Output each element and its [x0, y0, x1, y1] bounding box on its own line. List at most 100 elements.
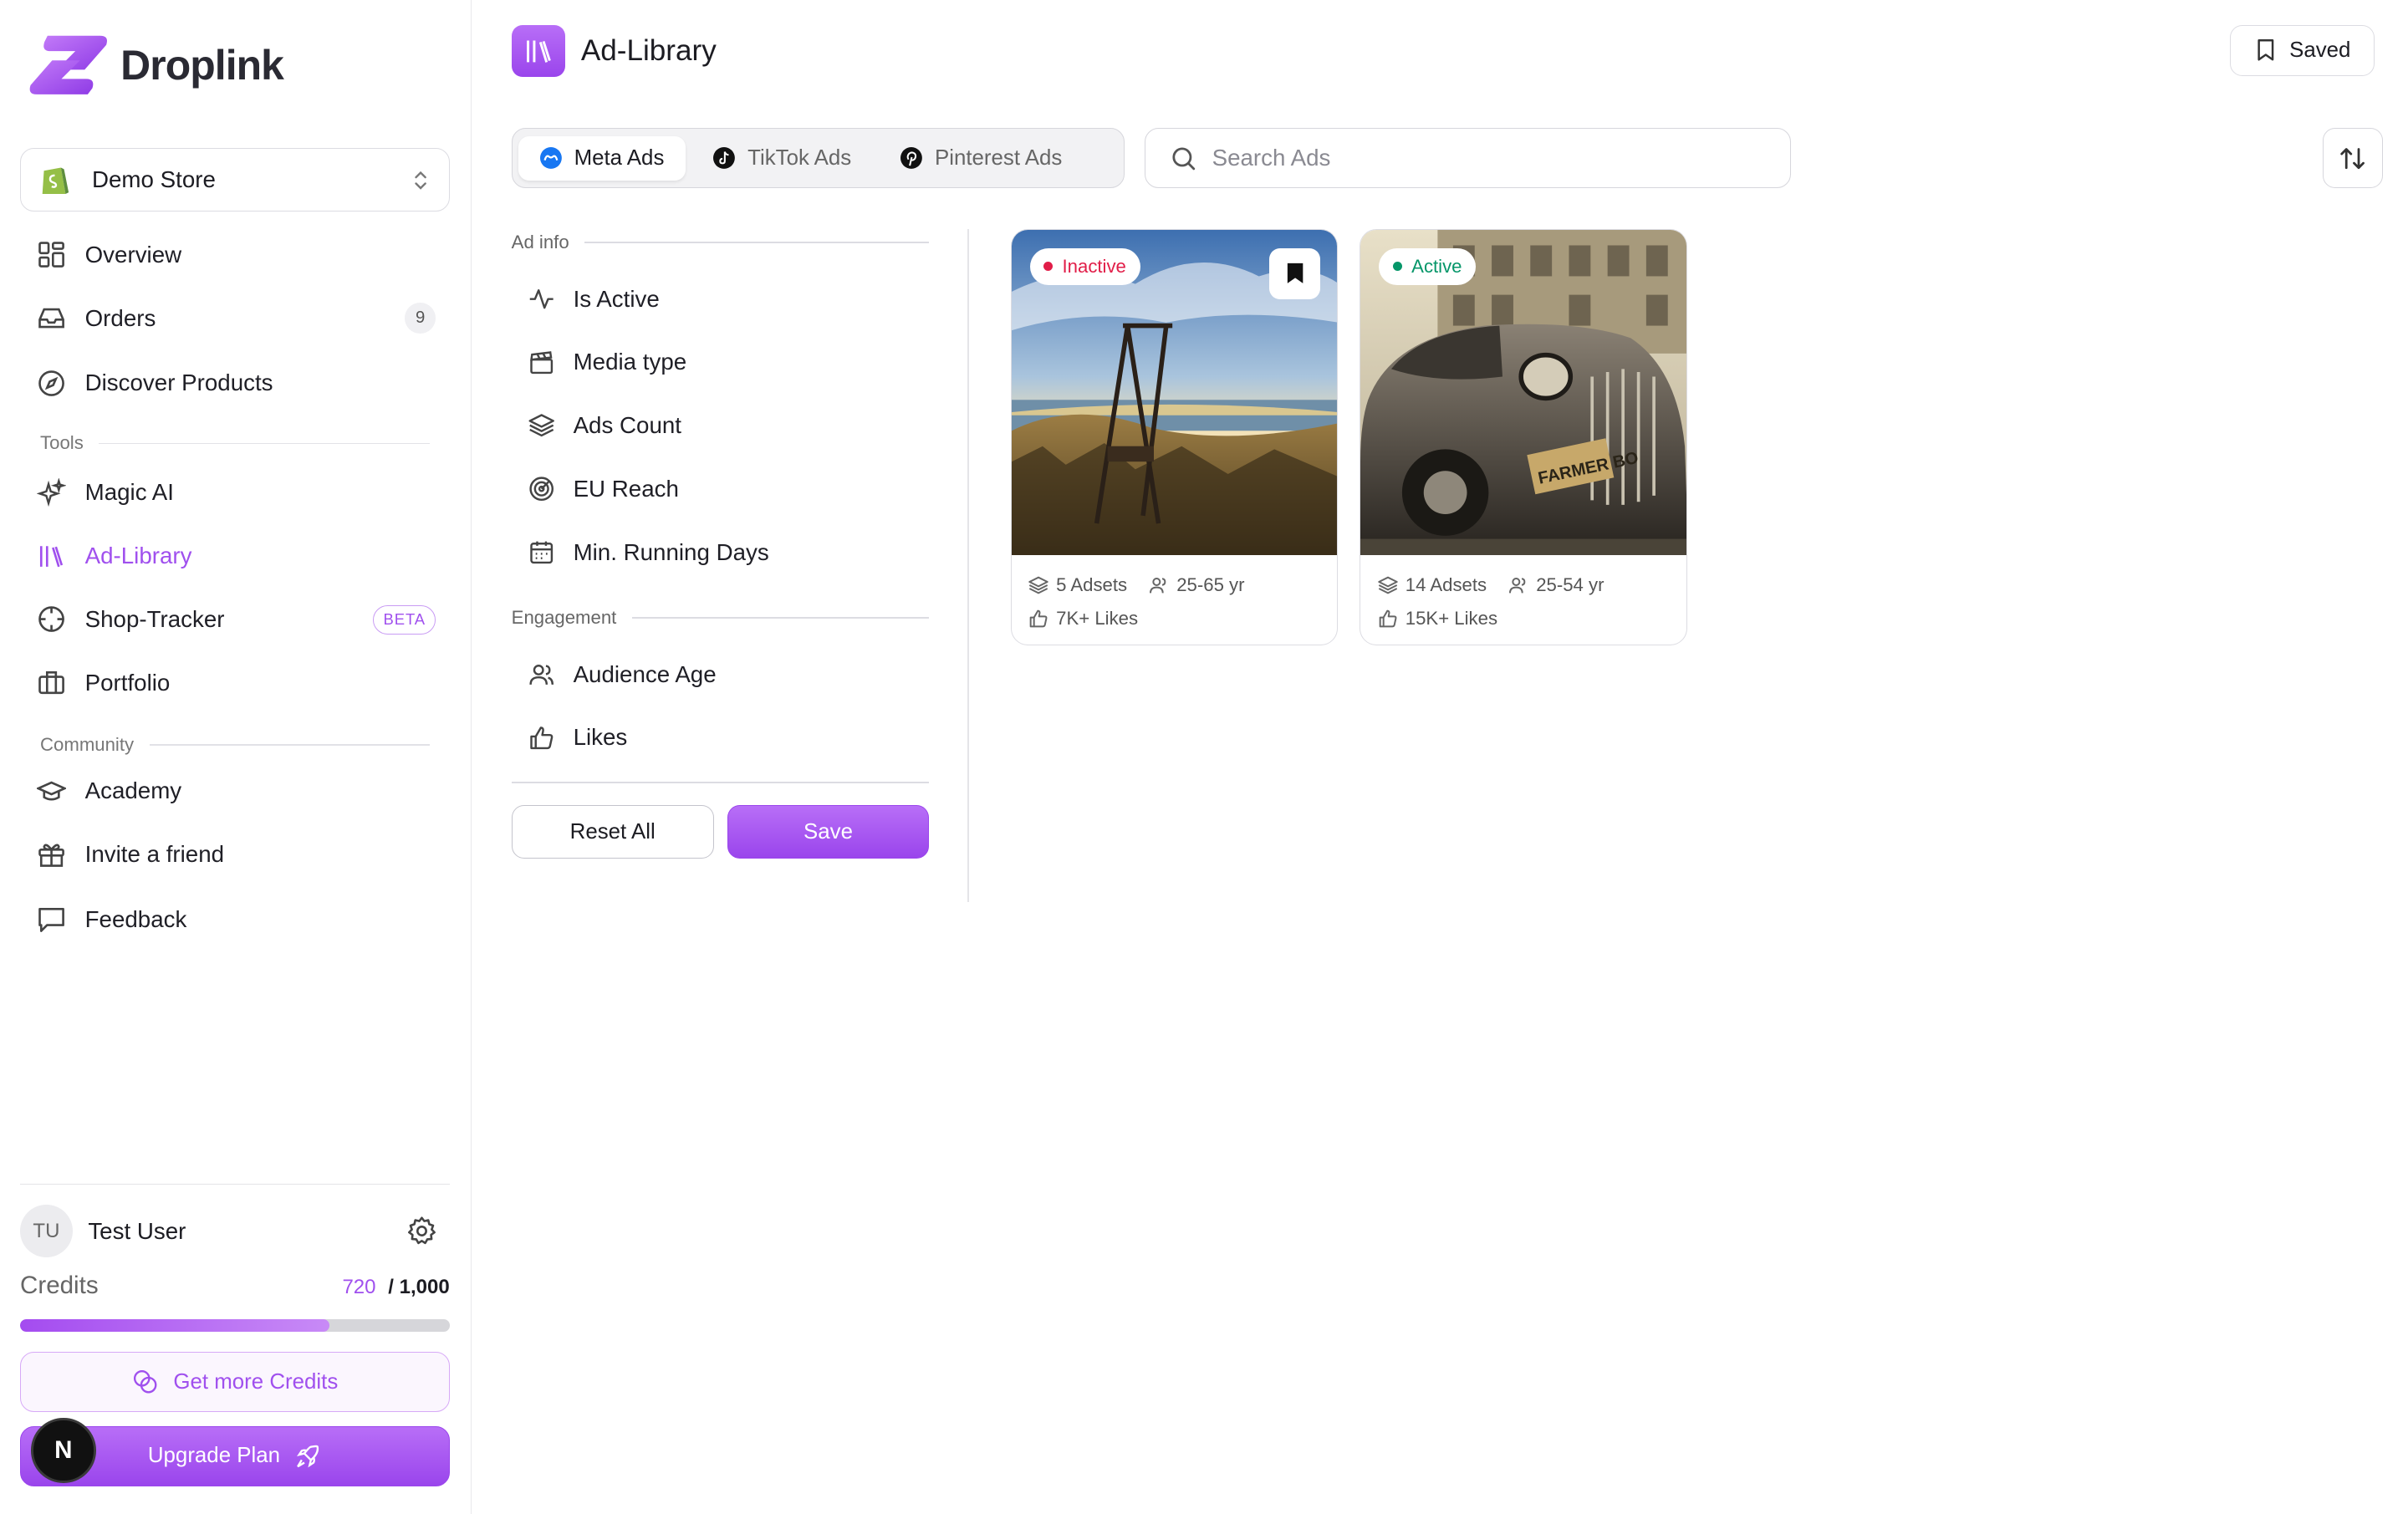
sparkles-icon: [37, 477, 67, 507]
ad-age: 25-54 yr: [1508, 574, 1604, 596]
avatar[interactable]: TU: [20, 1205, 73, 1258]
filter-media-type-label: Media type: [573, 349, 687, 375]
nav-invite-friend[interactable]: Invite a friend: [37, 833, 436, 876]
nav-feedback-label: Feedback: [84, 905, 187, 932]
status-badge: Inactive: [1029, 247, 1140, 286]
nav-discover-products[interactable]: Discover Products: [37, 361, 436, 405]
tab-pinterest-label: Pinterest Ads: [934, 145, 1063, 170]
shopify-icon: [42, 167, 69, 194]
ad-adsets-text: 5 Adsets: [1056, 573, 1128, 595]
nav-orders[interactable]: Orders 9: [37, 297, 436, 340]
app-root: Droplink Demo Store Overview Orders 9 Di…: [0, 0, 2407, 1514]
orders-count-badge: 9: [405, 303, 436, 334]
layers-icon: [1028, 576, 1048, 594]
tab-tiktok-label: TikTok Ads: [747, 145, 852, 170]
n-badge[interactable]: N: [30, 1418, 96, 1484]
ad-likes-text: 7K+ Likes: [1056, 608, 1139, 630]
graduation-cap-icon: [37, 781, 67, 801]
nav-portfolio-label: Portfolio: [84, 669, 171, 696]
main-content: Ad-Library Saved Meta Ads TikTok Ads Pin…: [472, 0, 2408, 1514]
filter-likes-label: Likes: [573, 724, 628, 751]
credits-used: 720: [342, 1275, 376, 1298]
users-icon: [529, 664, 554, 685]
layers-icon: [1377, 576, 1398, 594]
tab-meta-label: Meta Ads: [574, 145, 665, 170]
saved-label: Saved: [2289, 38, 2351, 62]
ad-age-text: 25-65 yr: [1176, 573, 1245, 595]
reset-all-button[interactable]: Reset All: [511, 804, 714, 859]
filter-audience-age[interactable]: Audience Age: [512, 643, 929, 706]
tab-tiktok-ads[interactable]: TikTok Ads: [692, 136, 873, 181]
nav-orders-label: Orders: [84, 304, 156, 331]
filter-is-active[interactable]: Is Active: [512, 268, 929, 331]
bookmark-filled-icon: [1287, 263, 1303, 284]
nav-overview-label: Overview: [84, 241, 182, 268]
filter-likes[interactable]: Likes: [512, 706, 929, 769]
panel-divider: [967, 228, 969, 903]
ad-card[interactable]: Inactive 5 Adsets 25-65 yr 7K+ Likes: [1010, 228, 1339, 646]
tab-pinterest-ads[interactable]: Pinterest Ads: [879, 136, 1084, 181]
chevron-up-down-icon: [415, 171, 427, 190]
section-tools: Tools: [40, 432, 430, 454]
status-text: Active: [1411, 255, 1462, 277]
filter-audience-age-label: Audience Age: [573, 660, 717, 687]
nav-shop-tracker[interactable]: Shop-Tracker BETA: [37, 598, 436, 641]
user-row: TU Test User: [20, 1205, 450, 1258]
users-icon: [1508, 577, 1526, 593]
credits-row: Credits 720 / 1,000: [20, 1272, 450, 1300]
filter-divider: [511, 782, 929, 783]
nav-invite-label: Invite a friend: [84, 840, 225, 867]
section-tools-label: Tools: [40, 432, 84, 454]
status-dot: [1043, 262, 1054, 272]
gear-icon[interactable]: [406, 1216, 437, 1246]
get-more-credits-button[interactable]: Get more Credits: [20, 1352, 450, 1413]
ad-likes: 15K+ Likes: [1378, 608, 1497, 630]
droplink-logo-icon: [30, 35, 108, 94]
ad-library-icon: [511, 24, 566, 78]
save-filters-button[interactable]: Save: [727, 804, 929, 859]
filter-panel: Ad info Is Active Media type Ads Count E…: [511, 229, 929, 859]
library-icon: [40, 545, 64, 567]
filter-media-type[interactable]: Media type: [512, 330, 929, 394]
user-name: Test User: [88, 1217, 186, 1244]
nav-academy[interactable]: Academy: [37, 769, 436, 813]
credits-progress-fill: [20, 1319, 329, 1332]
gift-icon: [38, 844, 65, 868]
upgrade-plan-label: Upgrade Plan: [147, 1444, 281, 1468]
ad-meta-row: 7K+ Likes: [1028, 602, 1320, 636]
beta-badge: BETA: [373, 604, 436, 635]
brand[interactable]: Droplink: [26, 33, 284, 98]
ad-card[interactable]: FARMER BO Active 14 Adsets 25-54 yr 15K+…: [1360, 228, 1687, 646]
store-selector[interactable]: Demo Store: [20, 148, 450, 212]
store-name: Demo Store: [92, 166, 216, 193]
status-badge: Active: [1379, 247, 1477, 286]
nav-ad-library[interactable]: Ad-Library: [37, 534, 436, 578]
ad-likes: 7K+ Likes: [1028, 608, 1138, 630]
nav-magic-ai-label: Magic AI: [84, 479, 174, 506]
nav-portfolio[interactable]: Portfolio: [37, 661, 436, 705]
nav-shop-tracker-label: Shop-Tracker: [84, 606, 225, 633]
filter-ads-count[interactable]: Ads Count: [512, 394, 929, 457]
section-divider: [631, 617, 929, 619]
tiktok-icon: [713, 147, 736, 170]
thumbs-up-icon: [1029, 609, 1048, 628]
tab-meta-ads[interactable]: Meta Ads: [518, 135, 686, 181]
section-divider: [149, 743, 430, 746]
nav-feedback[interactable]: Feedback: [37, 898, 436, 941]
get-more-credits-label: Get more Credits: [173, 1369, 339, 1394]
bookmark-button[interactable]: [1269, 247, 1321, 299]
ad-meta: 14 Adsets 25-54 yr 15K+ Likes: [1360, 555, 1686, 635]
sidebar-divider: [20, 1183, 450, 1185]
filter-eu-reach[interactable]: EU Reach: [512, 457, 929, 521]
saved-button[interactable]: Saved: [2229, 24, 2375, 76]
nav-overview[interactable]: Overview: [37, 233, 436, 277]
search-input[interactable]: [1212, 145, 1766, 172]
briefcase-icon: [38, 671, 65, 695]
nav-magic-ai[interactable]: Magic AI: [37, 472, 436, 515]
ad-meta-row: 5 Adsets 25-65 yr: [1028, 568, 1320, 602]
sort-button[interactable]: [2322, 128, 2383, 189]
ad-adsets-text: 14 Adsets: [1405, 573, 1487, 595]
filter-min-running-days[interactable]: Min. Running Days: [512, 521, 929, 584]
radar-icon: [529, 477, 554, 502]
ad-image: FARMER BO Active: [1360, 229, 1686, 556]
